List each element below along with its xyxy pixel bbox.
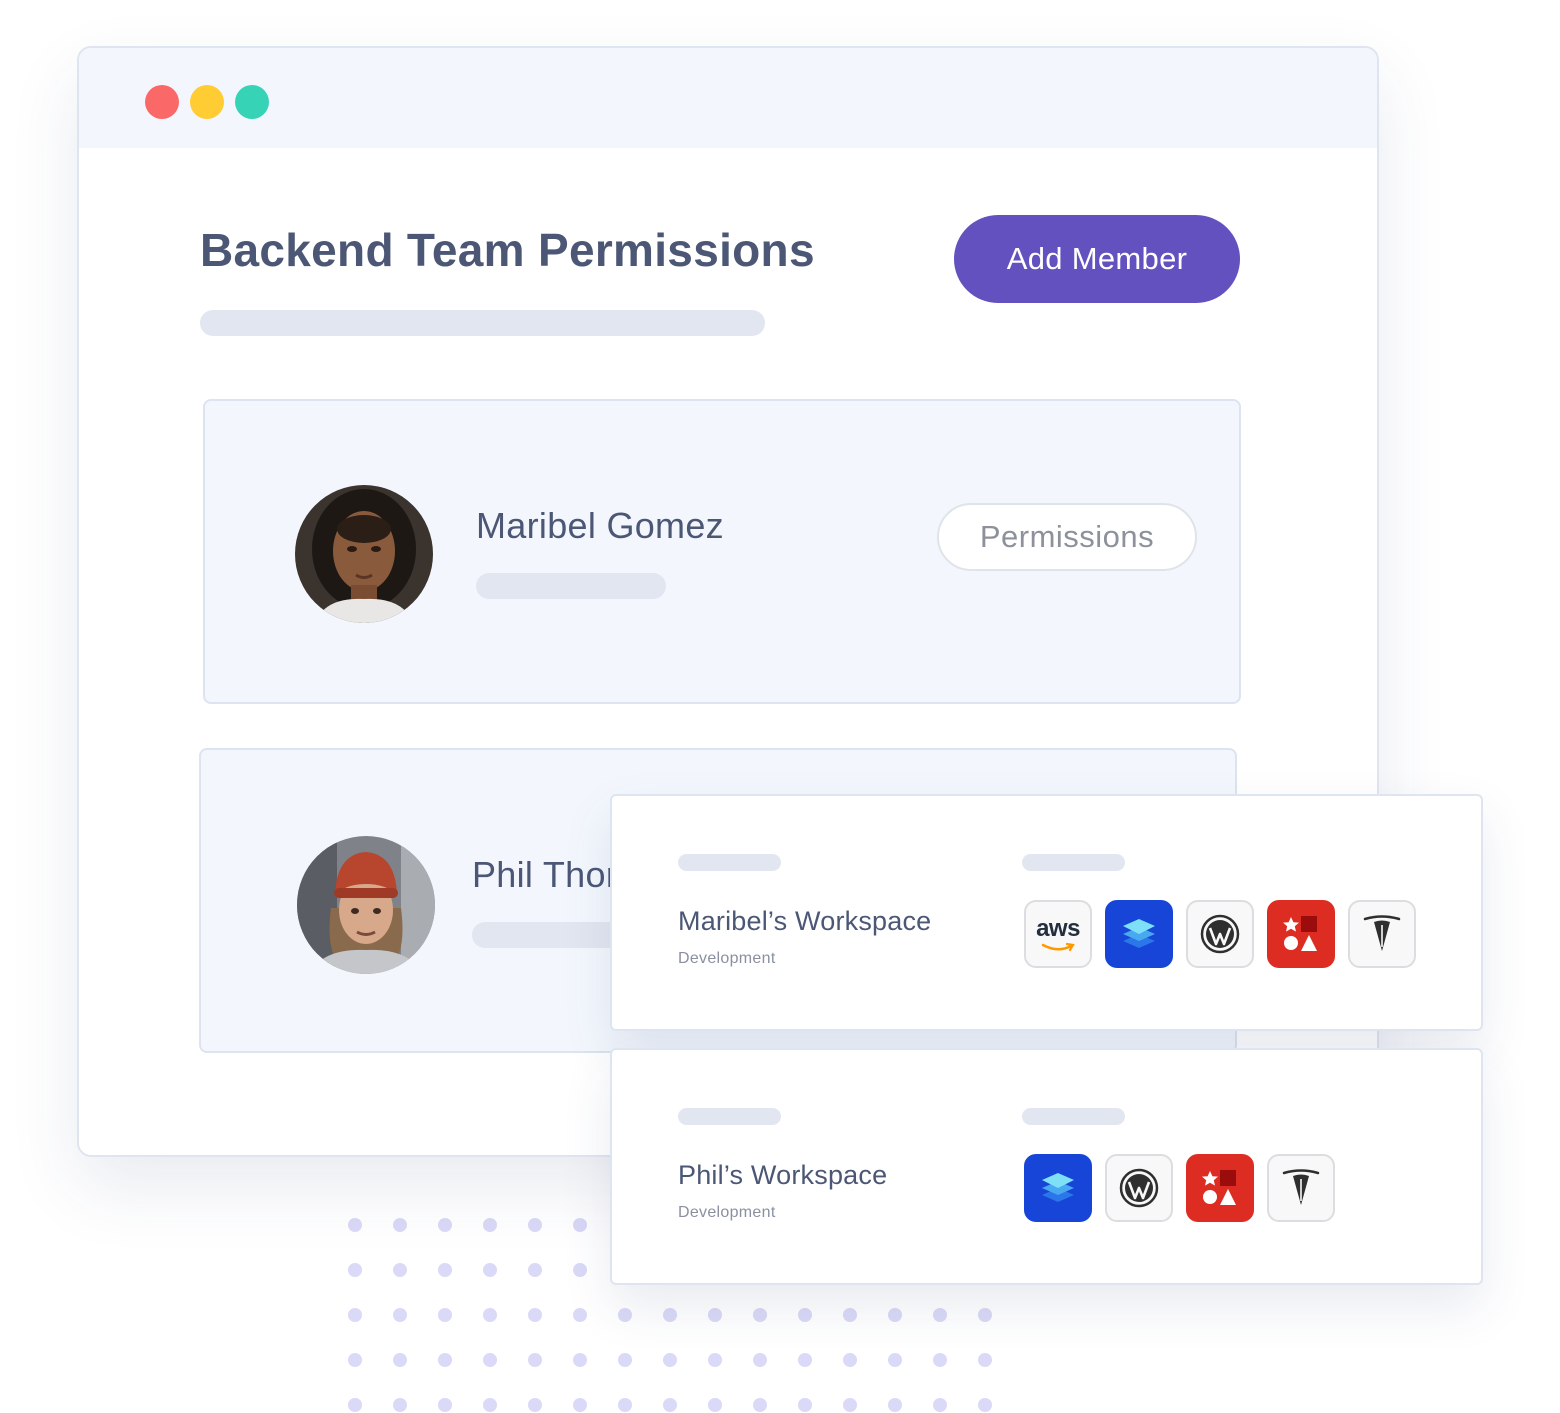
decorative-dot xyxy=(348,1308,362,1322)
window-close-dot[interactable] xyxy=(145,85,179,119)
decorative-dot xyxy=(483,1398,497,1412)
decorative-dot xyxy=(528,1308,542,1322)
window-titlebar xyxy=(79,48,1377,148)
decorative-dot xyxy=(888,1353,902,1367)
decorative-dot xyxy=(573,1263,587,1277)
decorative-dot xyxy=(753,1308,767,1322)
decorative-dot xyxy=(573,1218,587,1232)
decorative-dot xyxy=(978,1398,992,1412)
shapes-icon[interactable] xyxy=(1186,1154,1254,1222)
window-minimize-dot[interactable] xyxy=(190,85,224,119)
decorative-dot xyxy=(528,1263,542,1277)
member-role-placeholder xyxy=(476,573,666,599)
decorative-dot xyxy=(708,1308,722,1322)
decorative-dot xyxy=(663,1398,677,1412)
decorative-dot xyxy=(618,1308,632,1322)
decorative-dot xyxy=(393,1353,407,1367)
decorative-dot xyxy=(663,1353,677,1367)
layers-icon[interactable] xyxy=(1105,900,1173,968)
decorative-dot xyxy=(798,1353,812,1367)
decorative-dot xyxy=(438,1263,452,1277)
decorative-dot xyxy=(933,1353,947,1367)
decorative-dot xyxy=(753,1353,767,1367)
decorative-dot xyxy=(483,1353,497,1367)
decorative-dot xyxy=(393,1398,407,1412)
member-name: Phil Thor xyxy=(472,854,619,895)
workspace-environment: Development xyxy=(678,950,776,967)
decorative-dot xyxy=(438,1218,452,1232)
decorative-dot xyxy=(573,1308,587,1322)
window-maximize-dot[interactable] xyxy=(235,85,269,119)
decorative-dot xyxy=(438,1353,452,1367)
decorative-dot xyxy=(438,1398,452,1412)
wordpress-icon[interactable] xyxy=(1105,1154,1173,1222)
member-name: Maribel Gomez xyxy=(476,505,724,546)
decorative-dot xyxy=(978,1308,992,1322)
decorative-dot xyxy=(573,1353,587,1367)
decorative-dot xyxy=(618,1398,632,1412)
workspace-label-placeholder xyxy=(678,1108,781,1125)
decorative-dot xyxy=(348,1263,362,1277)
decorative-dot xyxy=(348,1218,362,1232)
workspace-label-placeholder xyxy=(678,854,781,871)
permissions-button[interactable]: Permissions xyxy=(937,503,1197,571)
decorative-dot xyxy=(753,1398,767,1412)
decorative-dot xyxy=(843,1308,857,1322)
decorative-dot xyxy=(528,1218,542,1232)
shapes-icon[interactable] xyxy=(1267,900,1335,968)
apps-label-placeholder xyxy=(1022,1108,1125,1125)
decorative-dot xyxy=(843,1398,857,1412)
avatar xyxy=(297,836,435,974)
layers-icon[interactable] xyxy=(1024,1154,1092,1222)
decorative-dot xyxy=(708,1398,722,1412)
decorative-dot xyxy=(528,1398,542,1412)
decorative-dot xyxy=(573,1398,587,1412)
decorative-dot xyxy=(888,1398,902,1412)
cockroach-icon[interactable] xyxy=(1267,1154,1335,1222)
decorative-dot xyxy=(483,1218,497,1232)
apps-label-placeholder xyxy=(1022,854,1125,871)
aws-icon[interactable]: aws xyxy=(1024,900,1092,968)
app-list xyxy=(1024,1154,1335,1222)
add-member-button[interactable]: Add Member xyxy=(954,215,1240,303)
decorative-dot xyxy=(708,1353,722,1367)
decorative-dot xyxy=(798,1308,812,1322)
decorative-dot xyxy=(393,1218,407,1232)
decorative-dot xyxy=(933,1398,947,1412)
decorative-dot xyxy=(618,1353,632,1367)
cockroach-icon[interactable] xyxy=(1348,900,1416,968)
workspace-card: Maribel’s Workspace Development aws xyxy=(610,794,1483,1031)
decorative-dot xyxy=(663,1308,677,1322)
decorative-dot xyxy=(528,1353,542,1367)
app-list: aws xyxy=(1024,900,1416,968)
decorative-dot xyxy=(933,1308,947,1322)
decorative-dot xyxy=(483,1308,497,1322)
workspace-environment: Development xyxy=(678,1204,776,1221)
wordpress-icon[interactable] xyxy=(1186,900,1254,968)
decorative-dot xyxy=(393,1308,407,1322)
decorative-dot xyxy=(438,1308,452,1322)
decorative-dot xyxy=(348,1398,362,1412)
aws-label: aws xyxy=(1036,914,1080,942)
avatar xyxy=(295,485,433,623)
workspace-name: Phil’s Workspace xyxy=(678,1160,888,1190)
decorative-dot xyxy=(393,1263,407,1277)
decorative-dot xyxy=(348,1353,362,1367)
decorative-dot xyxy=(798,1398,812,1412)
subtitle-placeholder xyxy=(200,310,765,336)
decorative-dot xyxy=(978,1353,992,1367)
workspace-name: Maribel’s Workspace xyxy=(678,906,932,936)
workspace-card: Phil’s Workspace Development xyxy=(610,1048,1483,1285)
decorative-dot xyxy=(843,1353,857,1367)
decorative-dot xyxy=(888,1308,902,1322)
member-card: Maribel Gomez Permissions xyxy=(203,399,1241,704)
page-title: Backend Team Permissions xyxy=(200,224,815,276)
decorative-dot xyxy=(483,1263,497,1277)
